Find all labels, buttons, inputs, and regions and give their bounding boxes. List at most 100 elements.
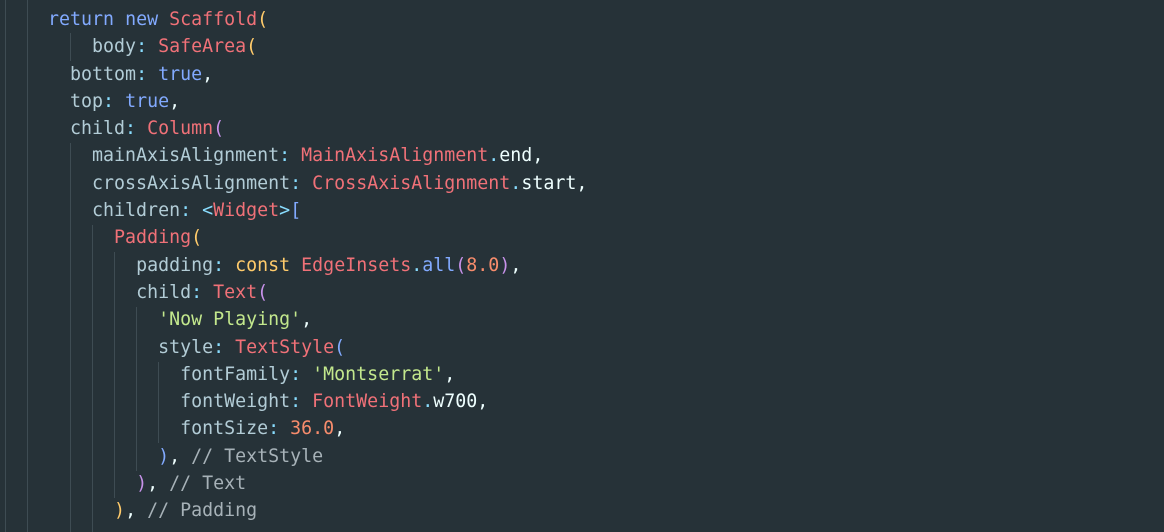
code-line[interactable]: child: Column( <box>48 115 587 142</box>
code-token: : <box>180 200 203 222</box>
code-token: style <box>158 336 214 358</box>
code-editor[interactable]: return new Scaffold( body: SafeArea( bot… <box>0 0 1164 532</box>
code-token: . <box>510 172 522 194</box>
code-line[interactable]: fontFamily: 'Montserrat', <box>48 361 587 388</box>
code-token: EdgeInsets <box>301 254 412 276</box>
code-token: : <box>213 336 236 358</box>
code-token: , <box>169 90 181 112</box>
code-token: Scaffold <box>169 9 258 30</box>
code-token: child <box>136 281 192 303</box>
code-line[interactable]: top: true, <box>48 88 587 115</box>
code-line[interactable]: children: <Widget>[ <box>48 197 587 224</box>
code-token: : <box>136 63 159 85</box>
code-token: start <box>521 172 577 194</box>
code-token: : <box>290 172 313 194</box>
code-token: end <box>499 145 533 167</box>
code-token: all <box>422 254 456 276</box>
code-line[interactable]: return new Scaffold( <box>48 6 587 33</box>
code-token: < <box>202 200 214 222</box>
code-token: // Text <box>169 473 247 495</box>
code-token: , <box>125 500 148 522</box>
code-line[interactable]: child: Text( <box>48 279 587 306</box>
code-token: : <box>125 118 148 140</box>
code-token: : <box>103 90 126 112</box>
code-token: Text <box>213 281 258 303</box>
code-token: ) <box>158 445 170 467</box>
code-token: : <box>290 391 313 413</box>
code-token: MainAxisAlignment <box>301 145 489 167</box>
code-token: Padding <box>114 227 192 249</box>
code-token: crossAxisAlignment <box>92 172 291 194</box>
code-token: ( <box>257 9 269 30</box>
code-token: : <box>290 363 313 385</box>
code-token: new <box>125 9 159 30</box>
code-line[interactable]: padding: const EdgeInsets.all(8.0), <box>48 252 587 279</box>
code-token: // TextStyle <box>191 445 324 467</box>
code-token: 8.0 <box>466 254 500 276</box>
code-line[interactable]: ), // TextStyle <box>48 443 587 470</box>
code-token: ( <box>334 336 346 358</box>
code-line[interactable]: crossAxisAlignment: CrossAxisAlignment.s… <box>48 170 587 197</box>
code-token: , <box>444 363 456 385</box>
code-token: ( <box>246 36 258 58</box>
code-line[interactable]: fontSize: 36.0, <box>48 415 587 442</box>
code-token: TextStyle <box>235 336 335 358</box>
code-line[interactable]: ), // Padding <box>48 497 587 524</box>
code-line[interactable]: body: SafeArea( <box>48 33 587 60</box>
code-token: . <box>411 254 423 276</box>
code-token: ( <box>455 254 467 276</box>
code-token: , <box>169 445 192 467</box>
code-token: fontFamily <box>180 363 291 385</box>
code-token: // Padding <box>147 500 258 522</box>
code-token: , <box>477 391 489 413</box>
code-lines[interactable]: return new Scaffold( body: SafeArea( bot… <box>48 6 587 525</box>
code-token: child <box>70 118 126 140</box>
code-token: 36.0 <box>290 418 335 440</box>
code-token: 'Now Playing' <box>158 309 302 331</box>
code-token: fontSize <box>180 418 269 440</box>
code-token: ) <box>499 254 511 276</box>
code-token: 'Montserrat' <box>312 363 445 385</box>
code-line[interactable]: 'Now Playing', <box>48 306 587 333</box>
code-token: , <box>301 309 313 331</box>
code-token: children <box>92 200 181 222</box>
code-token: CrossAxisAlignment <box>312 172 511 194</box>
code-line[interactable]: mainAxisAlignment: MainAxisAlignment.end… <box>48 142 587 169</box>
code-token: w700 <box>433 391 478 413</box>
code-token: fontWeight <box>180 391 291 413</box>
code-token: . <box>422 391 434 413</box>
code-line[interactable]: ), // Text <box>48 470 587 497</box>
code-line[interactable]: bottom: true, <box>48 61 587 88</box>
code-token: Column <box>147 118 214 140</box>
code-token: ( <box>213 118 225 140</box>
code-token: [ <box>290 200 302 222</box>
code-token: ) <box>114 500 126 522</box>
code-token: : <box>191 281 214 303</box>
code-line[interactable]: style: TextStyle( <box>48 334 587 361</box>
code-token: Widget <box>213 200 280 222</box>
code-token: , <box>510 254 522 276</box>
code-token: : <box>213 254 236 276</box>
code-token: top <box>70 90 104 112</box>
code-line[interactable]: Padding( <box>48 224 587 251</box>
code-line[interactable]: fontWeight: FontWeight.w700, <box>48 388 587 415</box>
code-token: , <box>532 145 544 167</box>
code-token: SafeArea <box>158 36 247 58</box>
code-token: ( <box>257 281 269 303</box>
